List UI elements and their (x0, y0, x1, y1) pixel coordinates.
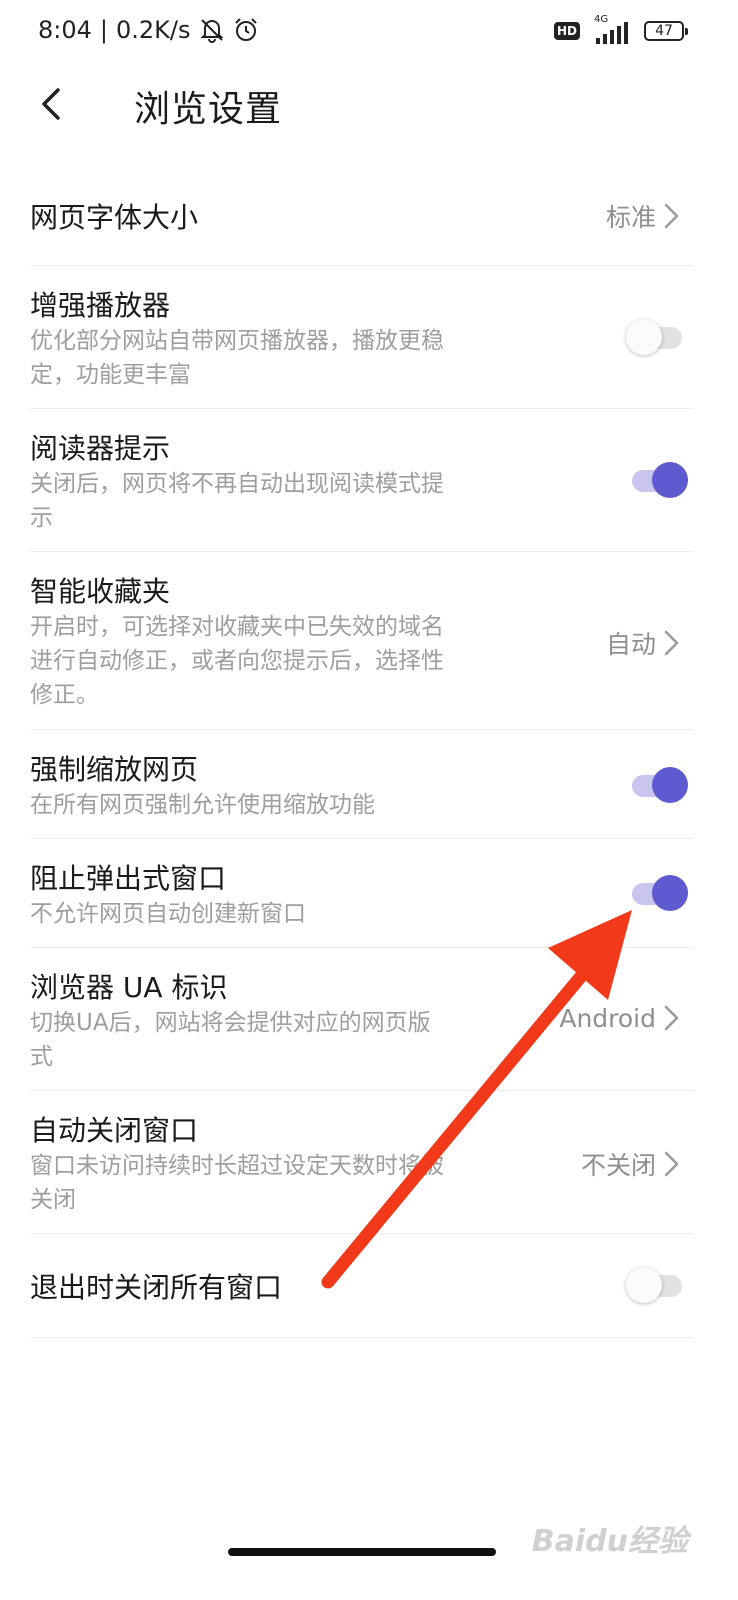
setting-value: 自动 (605, 630, 656, 659)
setting-browser-ua[interactable]: 浏览器 UA 标识 切换UA后，网站将会提供对应的网页版式 Android (30, 948, 694, 1091)
setting-title: 强制缩放网页 (30, 753, 199, 786)
status-right: HD 4G 47 (553, 14, 688, 44)
close-all-on-exit-toggle[interactable] (626, 1265, 688, 1305)
enhanced-player-toggle[interactable] (626, 317, 688, 357)
status-separator: | (99, 16, 108, 44)
home-indicator[interactable] (228, 1548, 496, 1556)
watermark: Baidu经验 (531, 1524, 688, 1559)
setting-description: 优化部分网站自带网页播放器，播放更稳定，功能更丰富 (30, 328, 444, 388)
status-time: 8:04 (38, 16, 92, 44)
setting-font-size[interactable]: 网页字体大小 标准 (30, 160, 694, 266)
setting-title: 阅读器提示 (30, 432, 171, 465)
setting-value-group: 标准 (606, 198, 680, 234)
setting-block-popups: 阻止弹出式窗口 不允许网页自动创建新窗口 (30, 839, 694, 948)
battery-icon: 47 (644, 21, 688, 41)
alarm-icon (234, 18, 257, 41)
setting-title: 智能收藏夹 (30, 575, 171, 608)
setting-value-group: 不关闭 (581, 1146, 680, 1182)
chevron-right-icon (664, 203, 679, 229)
status-bar: 8:04 | 0.2K/s HD 4G 47 (0, 0, 738, 64)
setting-title: 自动关闭窗口 (30, 1114, 199, 1147)
chevron-right-icon (664, 1005, 679, 1031)
setting-description: 在所有网页强制允许使用缩放功能 (30, 792, 375, 818)
setting-description: 不允许网页自动创建新窗口 (30, 901, 306, 927)
reader-hint-toggle[interactable] (626, 460, 688, 500)
setting-value: Android (559, 1003, 656, 1033)
battery-level: 47 (655, 23, 673, 39)
setting-close-all-on-exit: 退出时关闭所有窗口 (30, 1234, 694, 1338)
setting-title: 退出时关闭所有窗口 (30, 1271, 283, 1304)
status-speed: 0.2K/s (116, 16, 191, 44)
setting-force-zoom: 强制缩放网页 在所有网页强制允许使用缩放功能 (30, 730, 694, 839)
setting-title: 增强播放器 (30, 289, 171, 322)
hd-badge: HD (553, 22, 580, 40)
header: 浏览设置 (0, 64, 738, 154)
setting-title: 浏览器 UA 标识 (30, 971, 228, 1004)
setting-description: 窗口未访问持续时长超过设定天数时将被关闭 (30, 1153, 444, 1213)
setting-description: 开启时，可选择对收藏夹中已失效的域名进行自动修正，或者向您提示后，选择性修正。 (30, 614, 444, 708)
setting-reader-hint: 阅读器提示 关闭后，网页将不再自动出现阅读模式提示 (30, 409, 694, 552)
chevron-left-icon (42, 88, 60, 120)
setting-description: 切换UA后，网站将会提供对应的网页版式 (30, 1010, 431, 1070)
page-title: 浏览设置 (134, 89, 283, 130)
chevron-right-icon (664, 630, 679, 656)
mute-bell-icon (200, 19, 223, 43)
setting-value: 标准 (605, 203, 656, 232)
setting-description: 关闭后，网页将不再自动出现阅读模式提示 (30, 471, 444, 531)
chevron-right-icon (664, 1151, 679, 1177)
setting-value-group: 自动 (606, 625, 680, 661)
status-left: 8:04 | 0.2K/s (38, 16, 259, 44)
setting-auto-close-windows[interactable]: 自动关闭窗口 窗口未访问持续时长超过设定天数时将被关闭 不关闭 (30, 1091, 694, 1234)
setting-enhanced-player: 增强播放器 优化部分网站自带网页播放器，播放更稳定，功能更丰富 (30, 266, 694, 409)
setting-title: 阻止弹出式窗口 (30, 862, 227, 895)
setting-value-group: Android (559, 1003, 680, 1033)
signal-icon: 4G (590, 14, 634, 44)
back-button[interactable] (28, 78, 80, 130)
setting-value: 不关闭 (580, 1151, 656, 1180)
block-popups-toggle[interactable] (626, 873, 688, 913)
setting-title: 网页字体大小 (30, 201, 199, 234)
force-zoom-toggle[interactable] (626, 765, 688, 805)
setting-smart-bookmarks[interactable]: 智能收藏夹 开启时，可选择对收藏夹中已失效的域名进行自动修正，或者向您提示后，选… (30, 552, 694, 730)
